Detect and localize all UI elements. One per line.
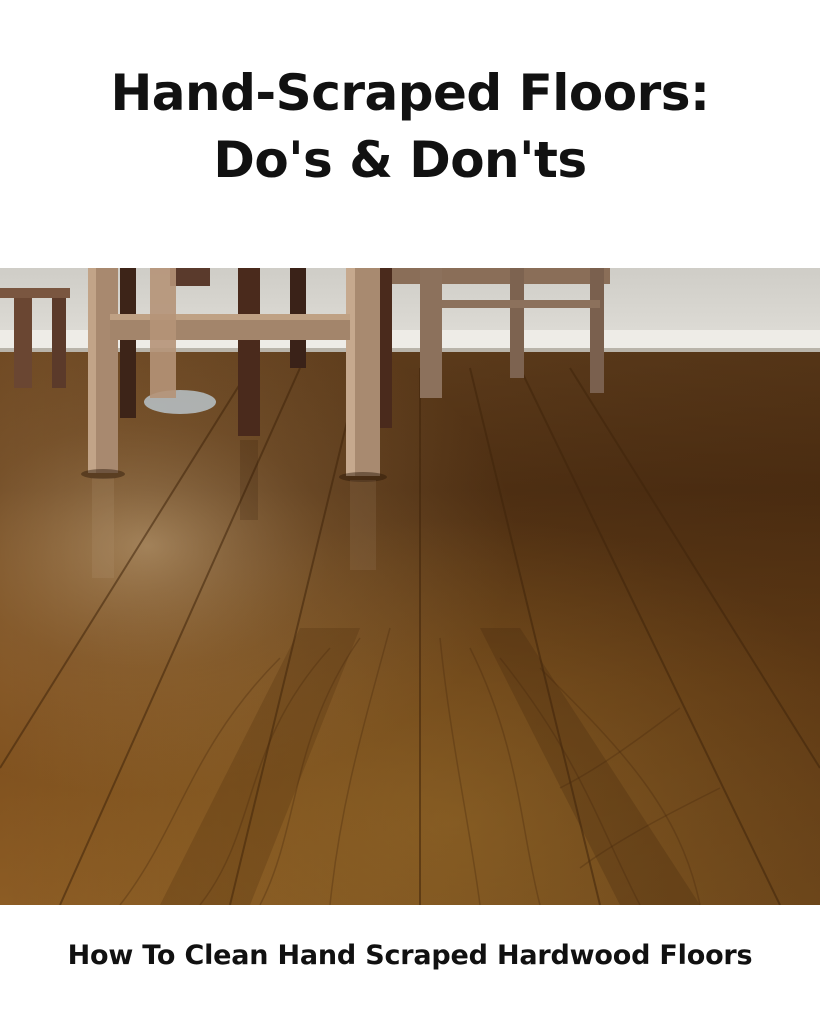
title-line-2: Do's & Don'ts xyxy=(213,131,587,189)
title-line-1: Hand-Scraped Floors: xyxy=(110,64,710,122)
page-title: Hand-Scraped Floors: Do's & Don'ts xyxy=(0,66,820,188)
hardwood-floor-photo xyxy=(0,268,820,905)
caption: How To Clean Hand Scraped Hardwood Floor… xyxy=(67,940,753,971)
page: Hand-Scraped Floors: Do's & Don'ts How T… xyxy=(0,0,820,1024)
